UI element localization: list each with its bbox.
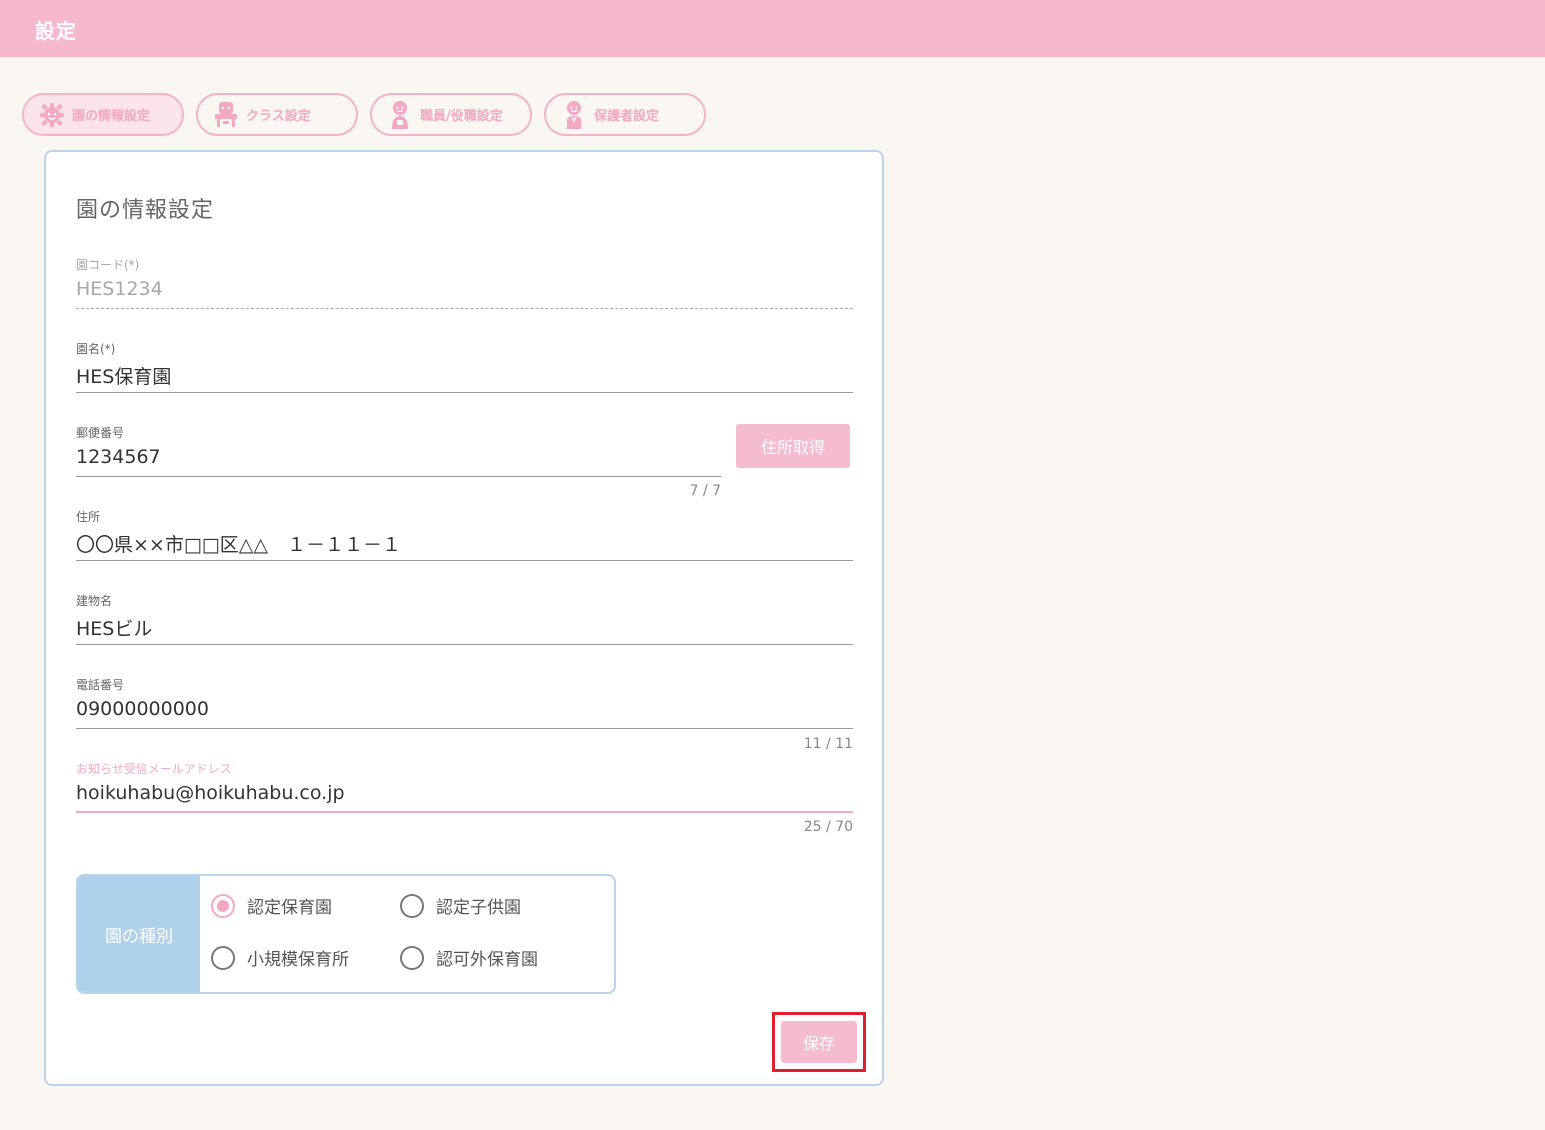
email-field[interactable]: お知らせ受信メールアドレス hoikuhabu@hoikuhabu.co.jp bbox=[76, 760, 853, 813]
radio-button[interactable] bbox=[211, 893, 235, 918]
tab-label: クラス設定 bbox=[246, 109, 311, 124]
school-code-field: 園コード(*) HES1234 bbox=[76, 256, 853, 309]
field-underline bbox=[76, 476, 721, 477]
save-button[interactable]: 保存 bbox=[781, 1021, 857, 1063]
postal-code-field[interactable]: 郵便番号 1234567 bbox=[76, 424, 721, 477]
radio-label: 小規模保育所 bbox=[247, 950, 349, 970]
school-code-label: 園コード(*) bbox=[76, 258, 140, 272]
school-name-label: 園名(*) bbox=[76, 342, 116, 356]
radio-label: 認定子供園 bbox=[436, 898, 521, 918]
email-input[interactable]: hoikuhabu@hoikuhabu.co.jp bbox=[76, 782, 853, 808]
tab-class-settings[interactable]: クラス設定 bbox=[196, 93, 358, 136]
school-name-field[interactable]: 園名(*) HES保育園 bbox=[76, 340, 853, 393]
radio-small-nursery[interactable]: 小規模保育所 bbox=[211, 945, 349, 970]
radio-unlicensed-nursery[interactable]: 認可外保育園 bbox=[400, 945, 538, 970]
building-label: 建物名 bbox=[76, 594, 113, 608]
field-underline bbox=[76, 728, 853, 729]
email-label: お知らせ受信メールアドレス bbox=[76, 762, 232, 776]
teacher-desk-icon bbox=[212, 101, 240, 129]
radio-certified-kodomoen[interactable]: 認定子供園 bbox=[400, 893, 521, 918]
page-title: 設定 bbox=[35, 19, 77, 43]
tab-school-info[interactable]: 園の情報設定 bbox=[22, 93, 184, 136]
school-type-group: 園の種別 認定保育園 認定子供園 小規模保育所 認可外保育園 bbox=[76, 874, 616, 994]
radio-label: 認可外保育園 bbox=[436, 950, 538, 970]
field-underline bbox=[76, 308, 853, 309]
guardian-person-icon bbox=[560, 100, 588, 129]
phone-counter: 11 / 11 bbox=[803, 736, 853, 752]
address-label: 住所 bbox=[76, 510, 101, 524]
tab-label: 保護者設定 bbox=[594, 109, 660, 124]
email-counter: 25 / 70 bbox=[803, 819, 853, 835]
radio-label: 認定保育園 bbox=[247, 898, 332, 918]
address-field[interactable]: 住所 〇〇県××市□□区△△ １－１１－１ bbox=[76, 508, 853, 561]
get-address-button[interactable]: 住所取得 bbox=[736, 424, 850, 468]
phone-label: 電話番号 bbox=[76, 678, 125, 692]
tab-staff-settings[interactable]: 職員/役職設定 bbox=[370, 93, 532, 136]
school-type-label: 園の種別 bbox=[78, 876, 200, 992]
school-info-card: 園の情報設定 園コード(*) HES1234 園名(*) HES保育園 郵便番号… bbox=[44, 150, 884, 1086]
radio-certified-nursery[interactable]: 認定保育園 bbox=[211, 893, 332, 918]
staff-person-icon bbox=[386, 100, 414, 129]
tab-label: 職員/役職設定 bbox=[420, 109, 503, 124]
form-title: 園の情報設定 bbox=[76, 198, 215, 223]
save-highlight: 保存 bbox=[772, 1012, 866, 1072]
building-input[interactable]: HESビル bbox=[76, 614, 853, 640]
postal-code-counter: 7 / 7 bbox=[689, 483, 721, 499]
field-underline bbox=[76, 560, 853, 561]
radio-button[interactable] bbox=[400, 945, 424, 970]
phone-field[interactable]: 電話番号 09000000000 bbox=[76, 676, 853, 729]
postal-code-label: 郵便番号 bbox=[76, 426, 125, 440]
field-underline bbox=[76, 811, 853, 813]
postal-code-input[interactable]: 1234567 bbox=[76, 446, 721, 472]
building-field[interactable]: 建物名 HESビル bbox=[76, 592, 853, 645]
phone-input[interactable]: 09000000000 bbox=[76, 698, 853, 724]
gear-icon bbox=[38, 101, 66, 129]
radio-button[interactable] bbox=[400, 893, 424, 918]
radio-button[interactable] bbox=[211, 945, 235, 970]
top-header: 設定 bbox=[0, 0, 1545, 57]
school-code-value: HES1234 bbox=[76, 278, 163, 300]
field-underline bbox=[76, 392, 853, 393]
school-name-input[interactable]: HES保育園 bbox=[76, 362, 853, 388]
address-input[interactable]: 〇〇県××市□□区△△ １－１１－１ bbox=[76, 530, 853, 556]
tab-label: 園の情報設定 bbox=[72, 109, 151, 124]
tab-guardian-settings[interactable]: 保護者設定 bbox=[544, 93, 706, 136]
field-underline bbox=[76, 644, 853, 645]
